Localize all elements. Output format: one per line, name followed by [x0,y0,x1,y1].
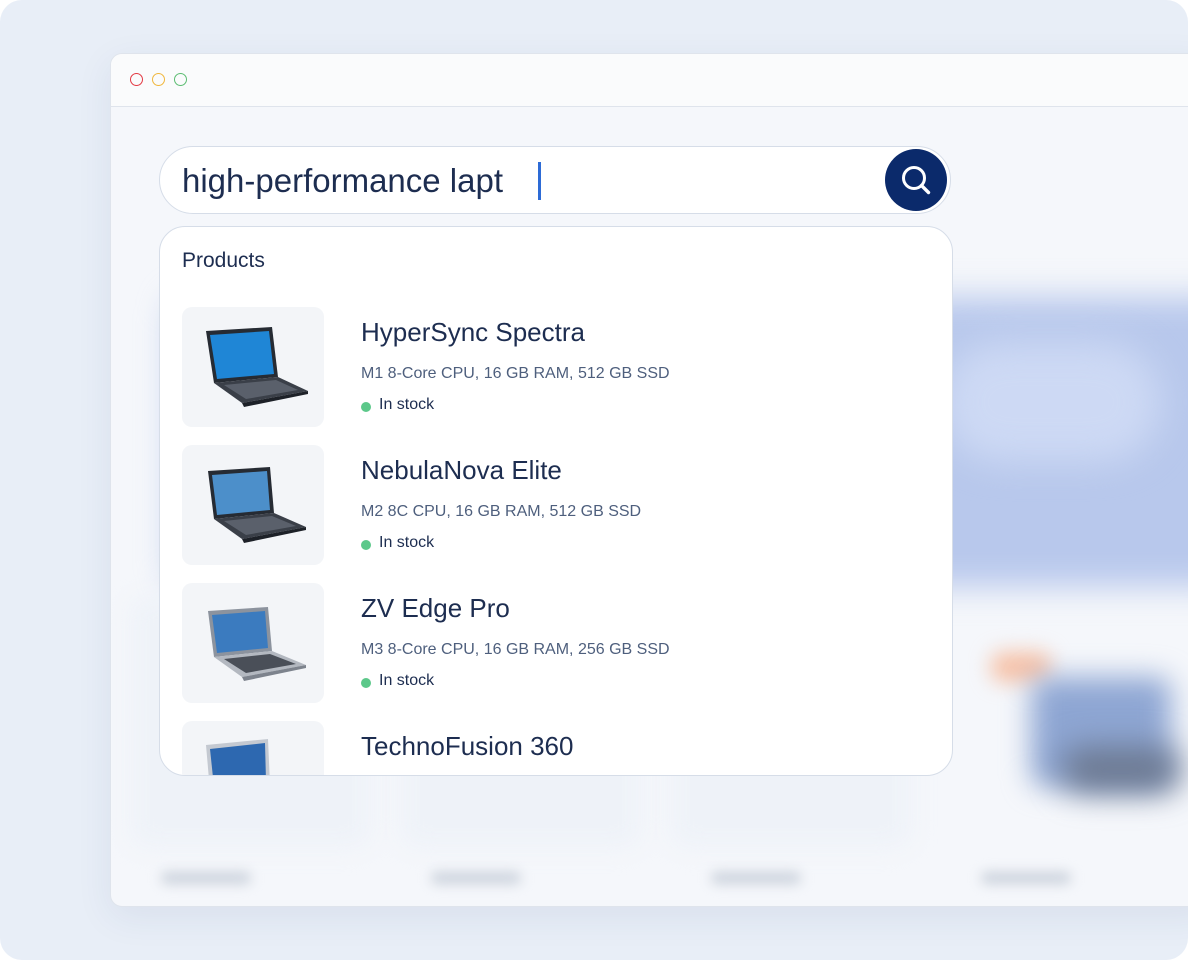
close-window-icon[interactable] [130,73,143,86]
product-specs: M2 8C CPU, 16 GB RAM, 512 GB SSD [361,503,642,520]
stock-status-label: In stock [379,396,435,413]
text-caret [538,162,541,200]
in-stock-dot-icon [361,540,371,550]
product-specs: M1 8-Core CPU, 16 GB RAM, 512 GB SSD [361,365,670,382]
product-result[interactable]: HyperSync Spectra M1 8-Core CPU, 16 GB R… [182,307,922,427]
product-result[interactable]: NebulaNova Elite M2 8C CPU, 16 GB RAM, 5… [182,445,922,565]
section-title: Products [182,249,265,272]
laptop-icon [206,739,270,775]
product-thumbnail [182,307,324,427]
search-icon [902,166,931,195]
product-name: TechnoFusion 360 [361,731,574,761]
laptop-icon [206,327,308,407]
blurred-banner-highlight [941,342,1161,462]
product-name: NebulaNova Elite [361,455,562,485]
search-input[interactable] [182,159,842,203]
blurred-card-label [711,872,801,884]
product-specs: M3 8-Core CPU, 16 GB RAM, 256 GB SSD [361,641,670,658]
stock-status-label: In stock [379,672,435,689]
window-titlebar [111,54,1188,107]
in-stock-dot-icon [361,402,371,412]
blurred-card-label [431,872,521,884]
blurred-device-shadow [1061,747,1181,792]
search-button[interactable] [885,149,947,211]
product-thumbnail [182,583,324,703]
in-stock-dot-icon [361,678,371,688]
product-result[interactable]: ZV Edge Pro M3 8-Core CPU, 16 GB RAM, 25… [182,583,922,703]
laptop-icon [208,467,306,543]
product-thumbnail [182,445,324,565]
product-name: ZV Edge Pro [361,593,510,623]
product-name: HyperSync Spectra [361,317,585,347]
laptop-icon [208,607,306,681]
maximize-window-icon[interactable] [174,73,187,86]
page-backdrop: Products HyperSync Spectra M1 8-Core CPU… [0,0,1188,960]
stock-status-label: In stock [379,534,435,551]
product-thumbnail [182,721,324,775]
minimize-window-icon[interactable] [152,73,165,86]
blurred-card-label [161,872,251,884]
product-result[interactable]: TechnoFusion 360 [182,721,922,775]
search-bar [159,146,951,214]
browser-window: Products HyperSync Spectra M1 8-Core CPU… [110,53,1188,907]
blurred-card-label [981,872,1071,884]
search-suggestions-dropdown: Products HyperSync Spectra M1 8-Core CPU… [159,226,953,776]
